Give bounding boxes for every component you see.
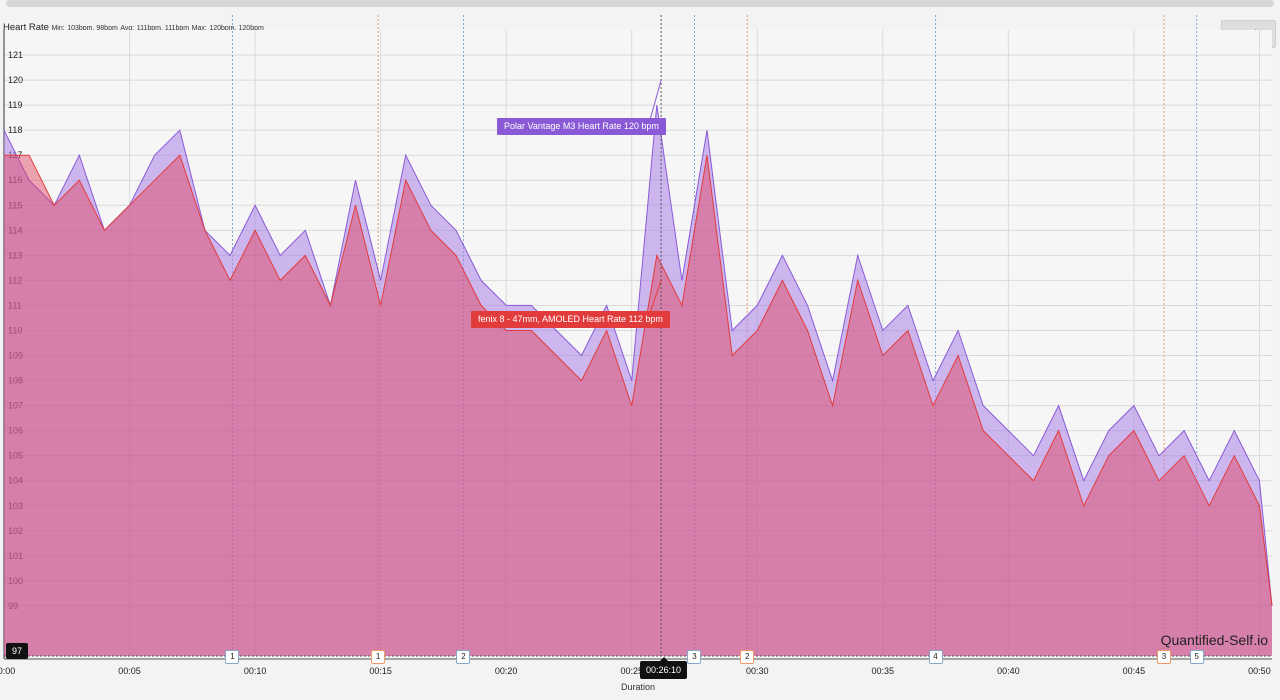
lap-marker-blue[interactable]: 5 — [1189, 650, 1204, 664]
lap-marker-blue[interactable]: 3 — [687, 650, 702, 664]
heart-rate-chart[interactable]: 9910010110210310410510610710810911011111… — [0, 0, 1280, 700]
crosshair-y-label: 97 — [6, 643, 28, 659]
crosshair-x-label: 00:26:10 — [640, 657, 687, 679]
x-axis-title: Duration — [620, 682, 656, 692]
x-tick-label: 00:10 — [244, 666, 267, 676]
x-tick-label: 00:35 — [872, 666, 895, 676]
lap-marker-blue[interactable]: 4 — [928, 650, 943, 664]
lap-marker-blue[interactable]: 2 — [456, 650, 471, 664]
brand-watermark: Quantified-Self.io — [1160, 632, 1268, 648]
fenix-tooltip: fenix 8 - 47mm, AMOLED Heart Rate 112 bp… — [471, 311, 670, 328]
x-tick-label: 00:45 — [1123, 666, 1146, 676]
y-tick-label: 119 — [8, 100, 22, 110]
x-tick-label: 00:20 — [495, 666, 518, 676]
polar-tooltip: Polar Vantage M3 Heart Rate 120 bpm — [497, 118, 666, 135]
x-tick-label: 00:05 — [118, 666, 141, 676]
lap-marker-blue[interactable]: 1 — [225, 650, 240, 664]
lap-marker-orange[interactable]: 1 — [371, 650, 386, 664]
y-tick-label: 121 — [8, 50, 23, 60]
y-tick-label: 120 — [8, 75, 23, 85]
lap-marker-orange[interactable]: 3 — [1157, 650, 1172, 664]
x-tick-label: 00:50 — [1248, 666, 1271, 676]
x-tick-label: 00:15 — [369, 666, 392, 676]
x-tick-label: 00:40 — [997, 666, 1020, 676]
y-tick-label: 118 — [8, 125, 22, 135]
lap-marker-orange[interactable]: 2 — [740, 650, 755, 664]
x-tick-label: 00:30 — [746, 666, 769, 676]
x-tick-label: 00:00 — [0, 666, 15, 676]
